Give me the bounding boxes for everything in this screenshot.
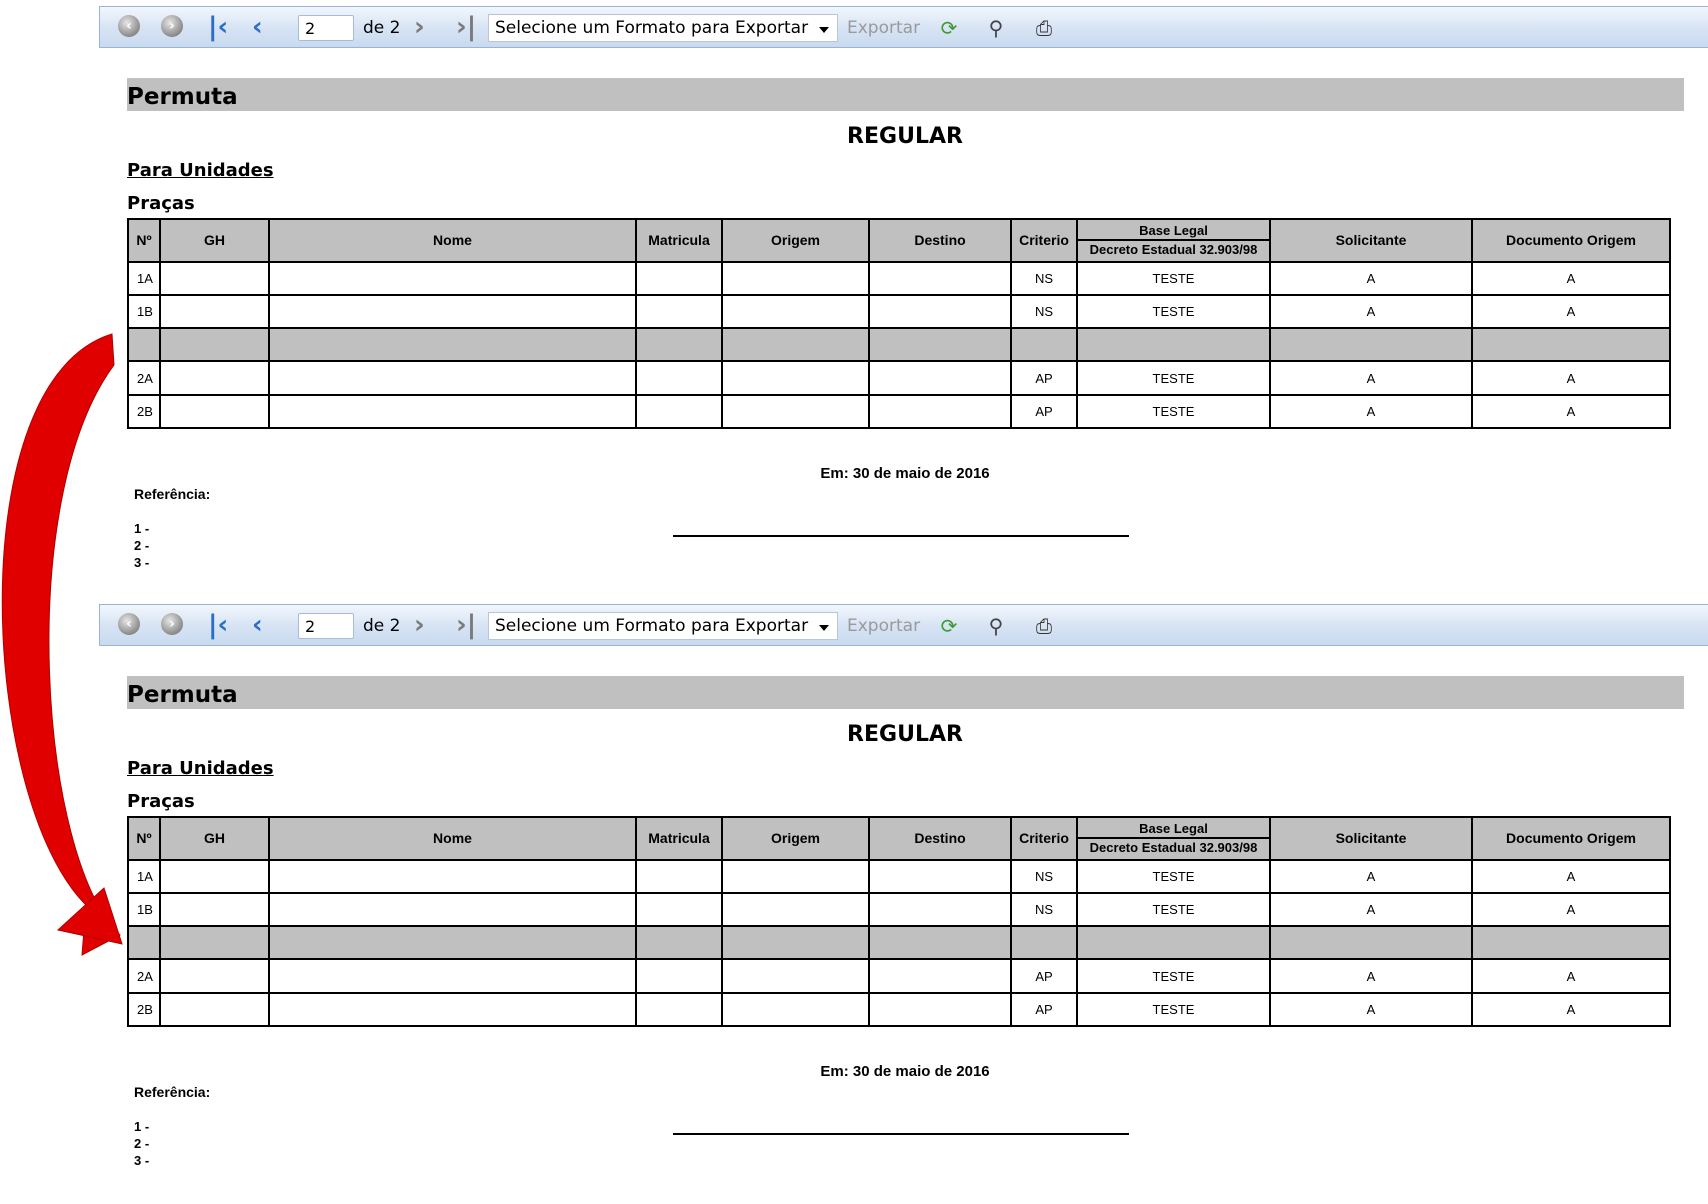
red-curved-arrow-icon bbox=[1, 333, 123, 956]
